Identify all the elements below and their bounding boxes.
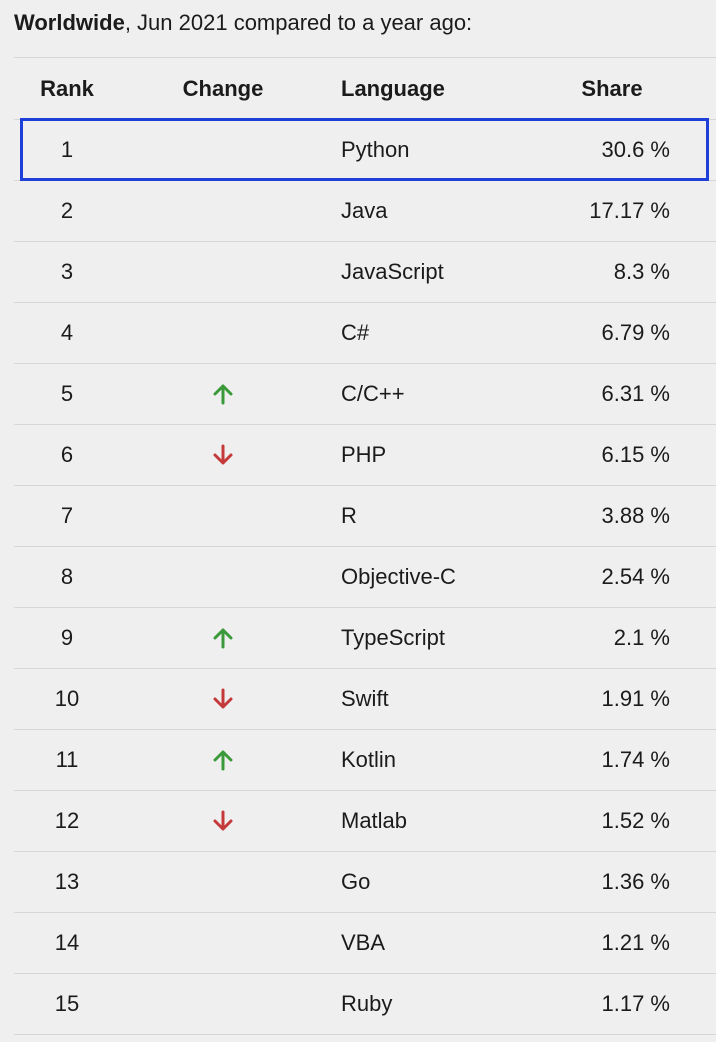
arrow-down-icon [213, 688, 233, 709]
rank-cell: 5 [60, 381, 74, 406]
rank-cell: 7 [60, 503, 74, 528]
rank-cell: 15 [54, 991, 80, 1016]
language-cell: Python [341, 137, 410, 162]
language-cell: Ruby [341, 991, 393, 1016]
arrow-down-icon [213, 444, 233, 465]
language-cell: R [341, 503, 357, 528]
table-row: 6 PHP 6.15 % [14, 425, 716, 486]
share-cell: 6.79 % [601, 320, 671, 345]
rank-cell: 8 [60, 564, 74, 589]
table-row: 14 VBA 1.21 % [14, 913, 716, 974]
language-cell: TypeScript [341, 625, 445, 650]
table-row: 4 C# 6.79 % [14, 303, 716, 364]
language-cell: C# [341, 320, 370, 345]
change-cell [154, 181, 292, 241]
change-cell [154, 242, 292, 302]
language-cell: Kotlin [341, 747, 397, 772]
change-cell [154, 669, 292, 729]
table-row: 7 R 3.88 % [14, 486, 716, 547]
share-cell: 8.3 % [613, 259, 670, 284]
rank-cell: 12 [54, 808, 80, 833]
rank-cell: 6 [60, 442, 74, 467]
page: Worldwide, Jun 2021 compared to a year a… [0, 0, 716, 1042]
change-cell [154, 791, 292, 851]
heading-subtitle: , Jun 2021 compared to a year ago: [124, 10, 473, 35]
share-cell: 3.88 % [601, 503, 671, 528]
change-cell [154, 486, 292, 546]
table-row: 15 Ruby 1.17 % [14, 974, 716, 1035]
language-cell: PHP [341, 442, 387, 467]
ranking-table: Rank Change Language Share 1 Python 30.6 %… [14, 57, 716, 1035]
rank-cell: 11 [55, 747, 79, 772]
column-header-language: Language [341, 75, 445, 101]
share-cell: 1.21 % [601, 930, 671, 955]
language-cell: VBA [341, 930, 386, 955]
change-cell [154, 913, 292, 973]
share-cell: 30.6 % [601, 137, 671, 162]
change-cell [154, 303, 292, 363]
rank-cell: 9 [60, 625, 74, 650]
change-cell [154, 608, 292, 668]
arrow-down-icon [213, 810, 233, 831]
share-cell: 1.91 % [601, 686, 671, 711]
rank-cell: 4 [60, 320, 74, 345]
table-row: 9 TypeScript 2.1 % [14, 608, 716, 669]
table-row: 10 Swift 1.91 % [14, 669, 716, 730]
change-cell [154, 364, 292, 424]
share-cell: 1.74 % [601, 747, 671, 772]
share-cell: 2.1 % [613, 625, 670, 650]
share-cell: 1.52 % [601, 808, 671, 833]
table-row: 8 Objective-C 2.54 % [14, 547, 716, 608]
change-cell [154, 730, 292, 790]
table-row: 5 C/C++ 6.31 % [14, 364, 716, 425]
rank-cell: 10 [54, 686, 80, 711]
language-cell: Objective-C [341, 564, 456, 589]
table-row: 12 Matlab 1.52 % [14, 791, 716, 852]
share-cell: 1.36 % [601, 869, 671, 894]
rank-cell: 13 [54, 869, 80, 894]
table-row: 2 Java 17.17 % [14, 181, 716, 242]
arrow-up-icon [213, 750, 233, 771]
change-cell [154, 425, 292, 485]
rank-cell: 1 [60, 137, 74, 162]
language-cell: JavaScript [341, 259, 444, 284]
language-cell: Matlab [341, 808, 408, 833]
table-row: 13 Go 1.36 % [14, 852, 716, 913]
language-cell: Swift [341, 686, 389, 711]
rank-cell: 2 [60, 198, 74, 223]
share-cell: 17.17 % [589, 198, 670, 223]
column-header-share: Share [581, 75, 643, 101]
change-cell [154, 547, 292, 607]
table-body: 1 Python 30.6 % 2 Java 17.17 % 3 JavaScript 8.3 … [14, 120, 716, 1035]
share-cell: 6.31 % [601, 381, 671, 406]
language-cell: C/C++ [341, 381, 405, 406]
share-cell: 2.54 % [601, 564, 671, 589]
change-cell [154, 974, 292, 1034]
arrow-up-icon [213, 628, 233, 649]
column-header-rank: Rank [40, 75, 94, 101]
share-cell: 6.15 % [601, 442, 671, 467]
table-row: 11 Kotlin 1.74 % [14, 730, 716, 791]
table-row: 3 JavaScript 8.3 % [14, 242, 716, 303]
arrow-up-icon [213, 384, 233, 405]
language-cell: Java [341, 198, 388, 223]
heading-region: Worldwide [14, 10, 125, 35]
change-cell [154, 852, 292, 912]
rank-cell: 14 [54, 930, 80, 955]
rank-cell: 3 [60, 259, 74, 284]
change-cell [154, 120, 292, 180]
share-cell: 1.17 % [601, 991, 671, 1016]
table-row: 1 Python 30.6 % [14, 120, 716, 181]
table-header-row: Rank Change Language Share [14, 58, 716, 120]
page-heading: Worldwide, Jun 2021 compared to a year a… [14, 8, 472, 38]
language-cell: Go [341, 869, 371, 894]
column-header-change: Change [182, 75, 264, 101]
